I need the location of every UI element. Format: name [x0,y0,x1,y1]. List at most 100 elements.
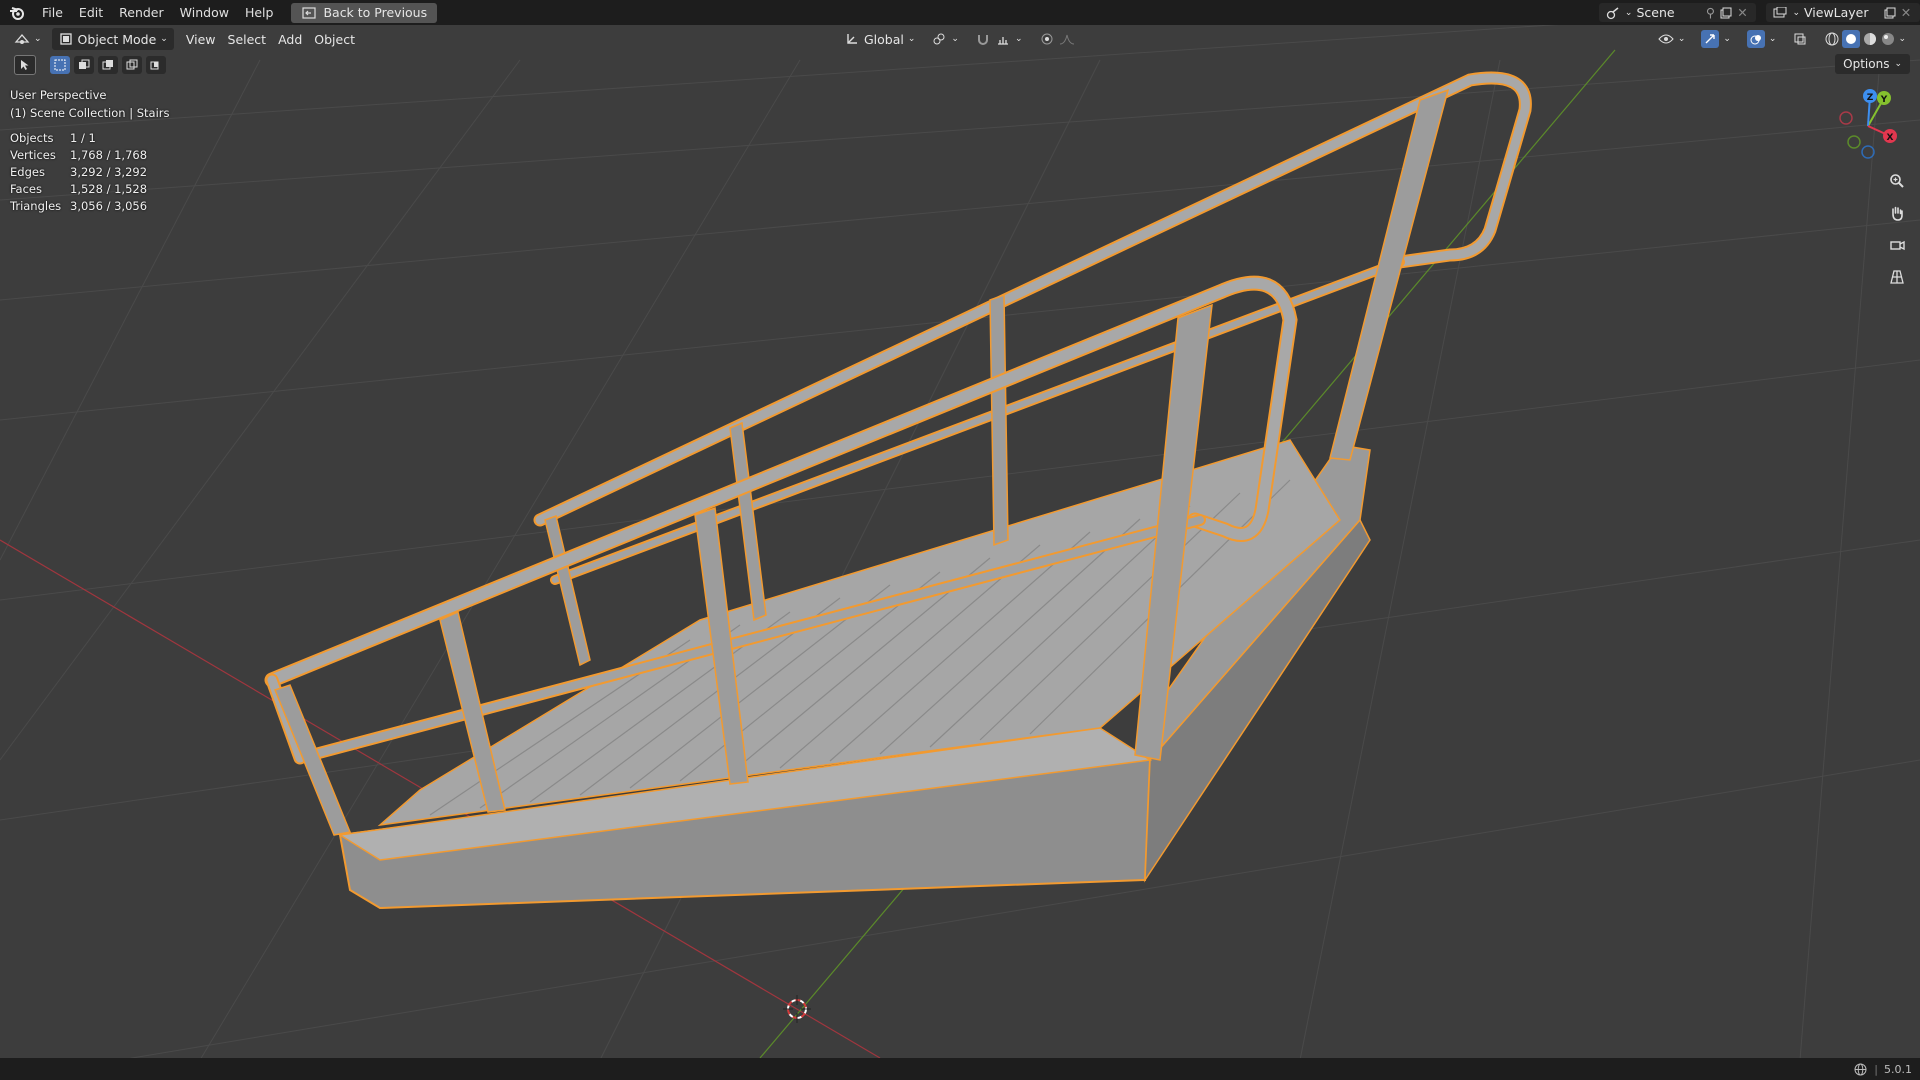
visibility-selector[interactable]: ⌄ [1652,28,1692,50]
menu-view[interactable]: View [180,28,222,50]
menu-select[interactable]: Select [222,28,273,50]
editor-type-button[interactable]: ⌄ [8,28,48,50]
z-axis-label: Z [1867,93,1874,103]
chevron-down-icon: ⌄ [1723,34,1731,44]
scene-icon [1605,5,1621,21]
viewport-display-tools: ⌄ ⌄ ⌄ ⌄ [1652,25,1912,53]
view-layer-selector[interactable]: ⌄ ViewLayer ✕ [1766,3,1920,22]
select-new-mode-icon[interactable] [50,56,70,74]
new-view-layer-icon[interactable] [1882,5,1898,21]
chevron-down-icon: ⌄ [1014,34,1023,44]
overlays-icon [1746,30,1765,48]
scene-selector[interactable]: ⌄ Scene ⚲ ✕ [1598,3,1757,22]
snap-toggle[interactable]: ⌄ [969,28,1029,50]
pivot-icon [931,31,947,47]
chevron-down-icon: ⌄ [1768,34,1777,44]
select-extend-mode-icon[interactable] [74,56,94,74]
stat-value: 3,292 / 3,292 [70,165,148,179]
orientation-selector[interactable]: Global ⌄ [838,28,921,50]
solid-shading-icon[interactable] [1842,30,1861,48]
pivot-selector[interactable]: ⌄ [925,28,965,50]
stat-label: Objects [10,131,54,145]
chevron-down-icon: ⌄ [1677,34,1686,44]
options-label: Options [1843,57,1890,71]
orientation-label: Global [864,31,904,47]
object-mode-icon [58,31,74,47]
stat-value: 1,768 / 1,768 [70,148,148,162]
chevron-down-icon: ⌄ [34,34,42,44]
pan-hand-icon[interactable] [1884,200,1910,226]
chevron-down-icon: ⌄ [907,34,916,44]
chevron-down-icon: ⌄ [951,34,959,44]
proportional-edit-icon [1039,31,1055,47]
stat-row: Faces 1,528 / 1,528 [10,181,147,198]
stat-row: Triangles 3,056 / 3,056 [10,198,147,215]
neg-z-handle[interactable] [1861,145,1875,159]
menu-window[interactable]: Window [172,0,237,25]
stairs-object[interactable] [264,71,1532,910]
zoom-icon[interactable] [1884,168,1910,194]
tool-settings [14,55,166,75]
menu-object[interactable]: Object [308,28,361,50]
gizmo-toggle[interactable]: ⌄ [1695,28,1737,50]
stat-label: Faces [10,182,42,196]
pin-icon[interactable]: ⚲ [1702,5,1718,21]
neg-y-handle[interactable] [1847,135,1861,149]
viewport-header: ⌄ Object Mode ⌄ View Select Add Object G… [0,25,1920,53]
stat-row: Vertices 1,768 / 1,768 [10,147,147,164]
proportional-editing-toggle[interactable] [1033,28,1081,50]
wireframe-shading-icon[interactable] [1824,31,1840,47]
viewport-nav-buttons [1884,168,1910,290]
top-menu-bar: File Edit Render Window Help Back to Pre… [0,0,1920,25]
menu-help[interactable]: Help [237,0,282,25]
falloff-curve-icon [1059,31,1075,47]
xray-icon [1792,31,1808,47]
close-icon[interactable]: ✕ [1734,5,1750,21]
view-layer-icon [1772,5,1788,21]
menu-add[interactable]: Add [272,28,308,50]
select-invert-mode-icon[interactable] [122,56,142,74]
viewport-canvas[interactable] [0,0,1920,1080]
network-globe-icon [1852,1061,1868,1077]
eye-icon [1658,31,1674,47]
menu-render[interactable]: Render [111,0,172,25]
x-axis-label: X [1887,133,1894,143]
perspective-toggle-icon[interactable] [1884,264,1910,290]
navigation-gizmo[interactable]: Z Y X [1828,86,1908,166]
stat-label: Triangles [10,199,62,213]
menu-edit[interactable]: Edit [71,0,111,25]
options-dropdown[interactable]: Options ⌄ [1835,54,1910,74]
select-subtract-mode-icon[interactable] [98,56,118,74]
back-to-previous-label: Back to Previous [323,5,428,20]
stat-row: Edges 3,292 / 3,292 [10,164,147,181]
chevron-down-icon[interactable]: ⌄ [1898,34,1906,44]
scene-statistics: Objects 1 / 1 Vertices 1,768 / 1,768 Edges… [10,130,147,215]
xray-toggle[interactable] [1786,28,1814,50]
workspace-selectors: ⌄ Scene ⚲ ✕ ⌄ ViewLayer ✕ [1595,0,1920,25]
camera-view-icon[interactable] [1884,232,1910,258]
menu-file[interactable]: File [34,0,71,25]
collection-label: (1) Scene Collection | Stairs [10,106,170,120]
3d-viewport-icon [14,31,30,47]
orientation-icon [844,31,860,47]
transform-tools: Global ⌄ ⌄ ⌄ [838,25,1081,53]
back-to-previous-button[interactable]: Back to Previous [291,2,438,23]
new-scene-icon[interactable] [1718,5,1734,21]
version-label: 5.0.1 [1884,1062,1912,1076]
mode-selector[interactable]: Object Mode ⌄ [51,28,174,50]
stat-label: Edges [10,165,45,179]
neg-x-handle[interactable] [1839,111,1853,125]
status-bar: | 5.0.1 [0,1058,1920,1080]
close-icon[interactable]: ✕ [1898,5,1914,21]
material-shading-icon[interactable] [1862,31,1878,47]
rendered-shading-icon[interactable] [1880,31,1896,47]
chevron-down-icon: ⌄ [1792,7,1800,18]
select-tool-button[interactable] [14,55,36,75]
screen-back-icon [301,5,317,21]
overlays-toggle[interactable]: ⌄ [1741,28,1783,50]
chevron-down-icon: ⌄ [1894,59,1902,69]
gizmo-icon [1701,30,1720,48]
select-intersect-mode-icon[interactable] [146,56,166,74]
blender-logo-icon[interactable] [0,0,34,25]
perspective-label: User Perspective [10,88,107,102]
